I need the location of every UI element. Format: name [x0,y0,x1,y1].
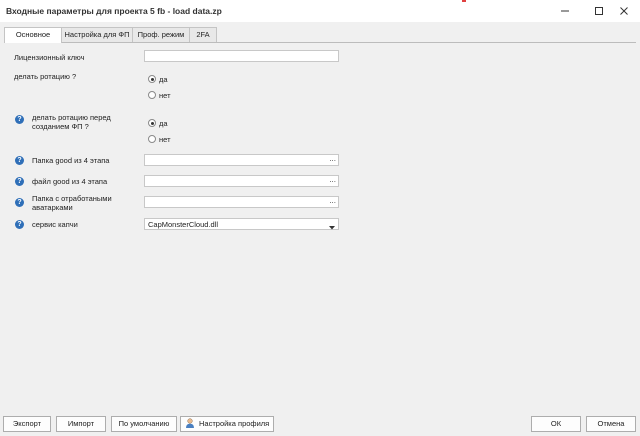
good-folder-label: Папка good из 4 этапа [32,156,110,165]
help-icon[interactable]: ? [15,220,24,229]
browse-button[interactable]: ... [329,155,336,165]
cancel-button[interactable]: Отмена [586,416,636,432]
maximize-icon[interactable] [590,3,608,19]
main-panel: Лицензионный ключ делать ротацию ? да не… [4,43,636,408]
title-bar: Входные параметры для проекта 5 fb - loa… [0,0,640,22]
help-icon[interactable]: ? [15,156,24,165]
close-icon[interactable] [615,3,633,19]
captcha-service-label: сервис капчи [32,220,78,229]
good-file-input[interactable]: ... [144,175,339,187]
tab-2fa[interactable]: 2FA [189,27,217,42]
rotation-before-yes-radio[interactable] [148,119,156,127]
processed-avatars-input[interactable]: ... [144,196,339,208]
rotation-before-yes-label: да [159,119,168,128]
rotation-before-no-label: нет [159,135,171,144]
help-icon[interactable]: ? [15,177,24,186]
processed-avatars-label: Папка с отработаными аватарками [32,194,112,212]
rotation-before-no-radio[interactable] [148,135,156,143]
chevron-down-icon[interactable] [329,223,335,232]
good-folder-input[interactable]: ... [144,154,339,166]
rotation-yes-label: да [159,75,168,84]
help-icon[interactable]: ? [15,198,24,207]
license-key-input[interactable] [144,50,339,62]
bottom-bar: Экспорт Импорт По умолчанию Настройка пр… [0,409,640,436]
browse-button[interactable]: ... [329,197,336,207]
default-button[interactable]: По умолчанию [111,416,177,432]
profile-settings-button[interactable]: Настройка профиля [180,416,274,432]
tab-main[interactable]: Основное [4,27,62,43]
tab-fp-settings[interactable]: Настройка для ФП [61,27,133,42]
tab-strip: Основное Настройка для ФП Проф. режим 2F… [4,27,636,43]
rotation-no-label: нет [159,91,171,100]
minimize-icon[interactable] [556,3,574,19]
help-icon[interactable]: ? [15,115,24,124]
tab-prof-mode[interactable]: Проф. режим [132,27,190,42]
user-icon [185,418,195,429]
decorative-mark [462,0,466,2]
profile-settings-label: Настройка профиля [199,419,270,428]
good-file-label: файл good из 4 этапа [32,177,108,186]
window-title: Входные параметры для проекта 5 fb - loa… [6,6,222,16]
export-button[interactable]: Экспорт [3,416,51,432]
ok-button[interactable]: ОК [531,416,581,432]
browse-button[interactable]: ... [329,176,336,186]
rotation-label: делать ротацию ? [14,72,77,81]
captcha-service-select[interactable]: CapMonsterCloud.dll [144,218,339,230]
captcha-service-value: CapMonsterCloud.dll [148,220,219,229]
license-key-label: Лицензионный ключ [14,53,85,62]
rotation-no-radio[interactable] [148,91,156,99]
rotation-yes-radio[interactable] [148,75,156,83]
rotation-before-label: делать ротацию перед созданием ФП ? [32,113,111,131]
import-button[interactable]: Импорт [56,416,106,432]
